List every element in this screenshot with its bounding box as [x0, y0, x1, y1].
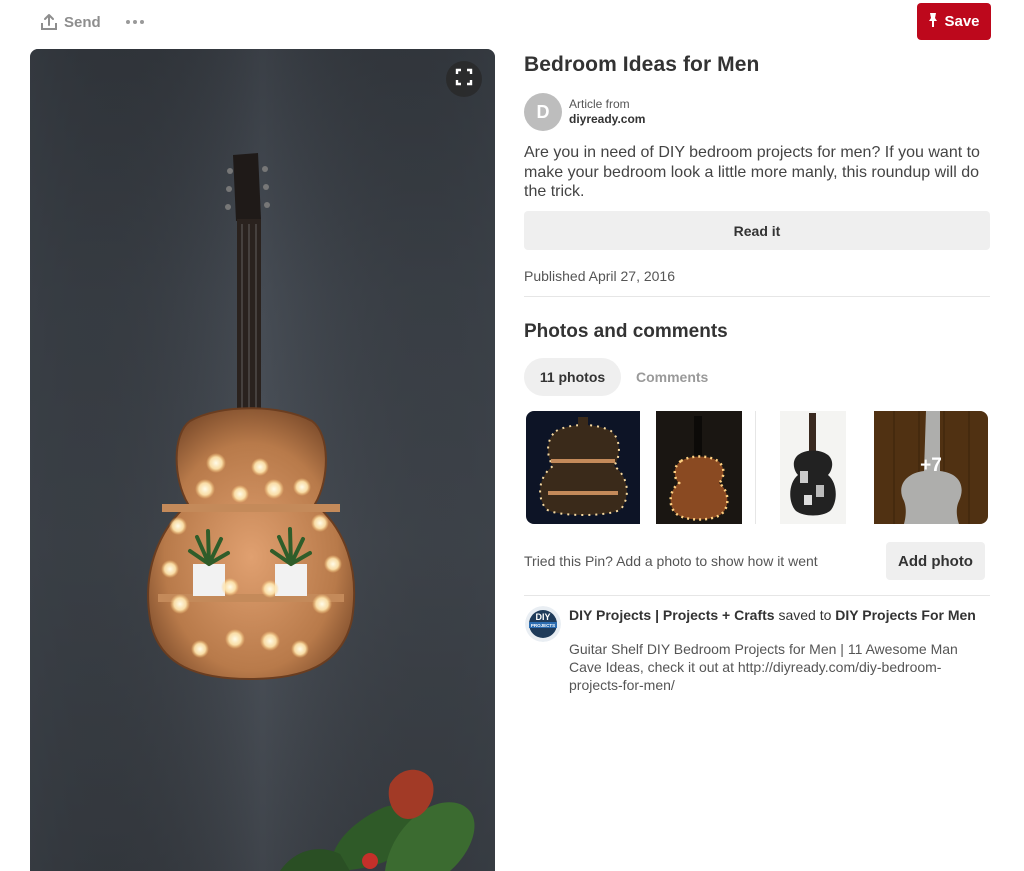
published-date: Published April 27, 2016 [524, 268, 675, 284]
source-domain-link[interactable]: diyready.com [569, 112, 645, 126]
tab-comments[interactable]: Comments [636, 358, 708, 396]
pin-title: Bedroom Ideas for Men [524, 53, 760, 76]
pin-image[interactable] [30, 49, 495, 871]
add-photo-button[interactable]: Add photo [886, 542, 985, 580]
expand-button[interactable] [446, 61, 482, 97]
saved-to-text: saved to [774, 607, 836, 623]
divider [524, 595, 990, 596]
photo-thumbnail[interactable] [656, 411, 742, 524]
source-avatar[interactable]: D [524, 93, 562, 131]
section-title: Photos and comments [524, 321, 728, 342]
photo-thumbnail-more[interactable]: +7 [874, 411, 988, 524]
saver-avatar[interactable]: DIY PROJECTS [525, 606, 561, 642]
more-dots-icon [126, 20, 130, 24]
photo-thumbnails: +7 [524, 411, 990, 524]
tried-prompt: Tried this Pin? Add a photo to show how … [524, 553, 818, 569]
pushpin-icon [928, 12, 938, 32]
send-button[interactable]: Send [40, 10, 101, 34]
saved-pin-description: Guitar Shelf DIY Bedroom Projects for Me… [569, 641, 958, 693]
expand-icon [455, 68, 473, 91]
pin-description: Are you in need of DIY bedroom projects … [524, 144, 980, 200]
read-it-button[interactable]: Read it [524, 211, 990, 250]
more-options-button[interactable] [126, 10, 144, 34]
share-icon [40, 13, 58, 31]
thumbnail-divider [755, 411, 756, 524]
tab-photos[interactable]: 11 photos [524, 358, 621, 396]
send-label: Send [64, 13, 101, 31]
divider [524, 296, 990, 297]
save-label: Save [944, 13, 980, 30]
save-button[interactable]: Save [917, 3, 991, 40]
logo-subtext: PROJECTS [531, 623, 555, 628]
board-name-link[interactable]: DIY Projects For Men [835, 607, 976, 623]
saved-by-line: DIY Projects | Projects + Crafts saved t… [569, 607, 989, 623]
source-label: Article from [569, 97, 630, 111]
saver-name-link[interactable]: DIY Projects | Projects + Crafts [569, 607, 775, 623]
photo-thumbnail[interactable] [526, 411, 640, 524]
logo-text: DIY [535, 612, 550, 622]
more-photos-count: +7 [920, 455, 942, 476]
photo-thumbnail[interactable] [780, 411, 846, 524]
